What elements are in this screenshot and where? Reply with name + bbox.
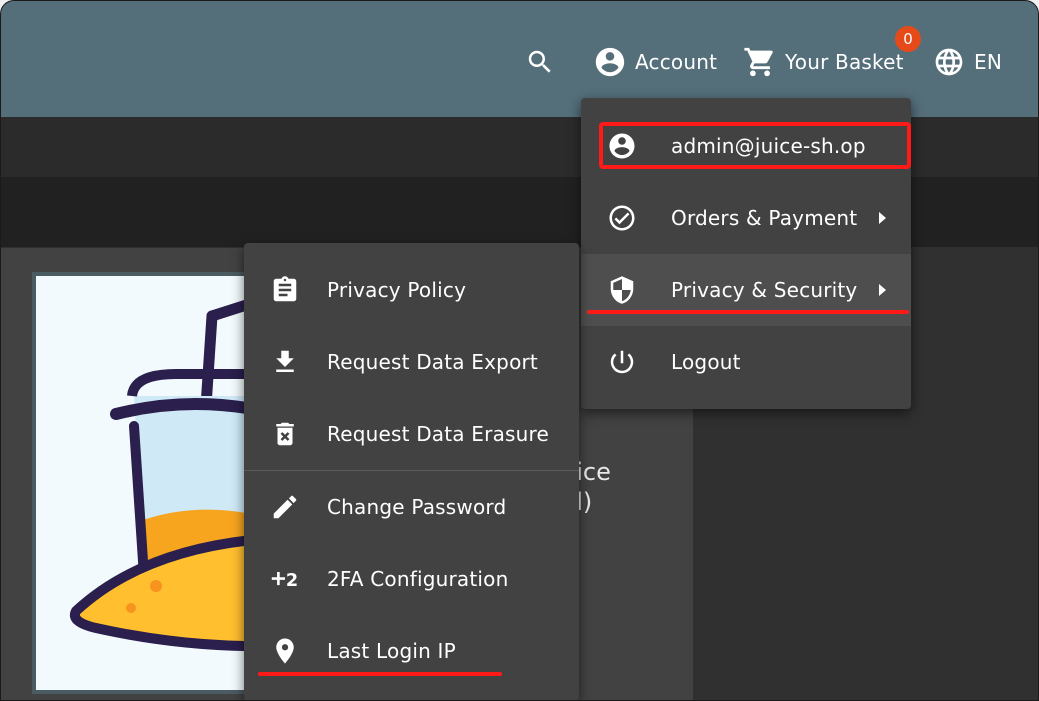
basket-count-badge: 0 xyxy=(895,26,921,52)
account-circle-icon xyxy=(595,47,625,77)
search-icon xyxy=(528,50,551,73)
menu-item-label: Logout xyxy=(671,350,741,374)
menu-item-label: Request Data Erasure xyxy=(327,422,550,446)
shield-icon xyxy=(607,275,637,305)
menu-item-label: Privacy Policy xyxy=(327,278,467,302)
highlight-underline-privacy-security xyxy=(587,310,909,314)
basket-button[interactable]: Your Basket xyxy=(743,41,904,83)
cart-icon xyxy=(744,47,773,77)
globe-icon xyxy=(935,48,963,76)
menu-item-label: Request Data Export xyxy=(327,350,538,374)
menu-item-request-data-erasure[interactable]: Request Data Erasure xyxy=(244,398,579,470)
account-label: Account xyxy=(635,50,718,74)
svg-text:2: 2 xyxy=(286,571,298,591)
account-button[interactable]: Account xyxy=(593,41,717,83)
menu-item-label: Privacy & Security xyxy=(671,278,858,302)
menu-item-label: Orders & Payment xyxy=(671,206,858,230)
menu-item-change-password[interactable]: Change Password xyxy=(244,471,579,543)
highlight-box-account-email xyxy=(599,122,911,169)
menu-item-label: Change Password xyxy=(327,495,507,519)
submenu-arrow-icon xyxy=(879,284,886,296)
juice-cup-illustration xyxy=(70,298,248,652)
app-window: Account Your Basket 0 EN uice n xyxy=(0,0,1039,701)
plus-two-icon: 2 xyxy=(270,564,300,594)
basket-label: Your Basket xyxy=(785,50,904,74)
power-icon xyxy=(607,347,637,377)
menu-item-label: Last Login IP xyxy=(327,639,456,663)
menu-item-request-data-export[interactable]: Request Data Export xyxy=(244,326,579,398)
check-circle-icon xyxy=(607,203,637,233)
menu-item-privacy-security[interactable]: Privacy & Security xyxy=(581,254,911,326)
menu-item-label: 2FA Configuration xyxy=(327,567,509,591)
privacy-security-submenu: Privacy Policy Request Data Export Reque… xyxy=(244,243,579,700)
location-pin-icon xyxy=(270,636,300,666)
highlight-underline-last-login-ip xyxy=(258,672,502,676)
search-button[interactable] xyxy=(525,41,555,83)
download-icon xyxy=(270,347,300,377)
menu-item-2fa-configuration[interactable]: 2 2FA Configuration xyxy=(244,543,579,615)
product-image[interactable] xyxy=(32,272,252,694)
menu-item-logout[interactable]: Logout xyxy=(581,326,911,398)
menu-item-privacy-policy[interactable]: Privacy Policy xyxy=(244,254,579,326)
language-button[interactable]: EN xyxy=(933,41,1002,83)
language-label: EN xyxy=(974,50,1002,74)
delete-icon xyxy=(270,419,300,449)
clipboard-icon xyxy=(270,275,300,305)
pencil-icon xyxy=(270,492,300,522)
submenu-arrow-icon xyxy=(879,212,886,224)
menu-item-last-login-ip[interactable]: Last Login IP xyxy=(244,615,579,687)
menu-item-orders-payment[interactable]: Orders & Payment xyxy=(581,182,911,254)
